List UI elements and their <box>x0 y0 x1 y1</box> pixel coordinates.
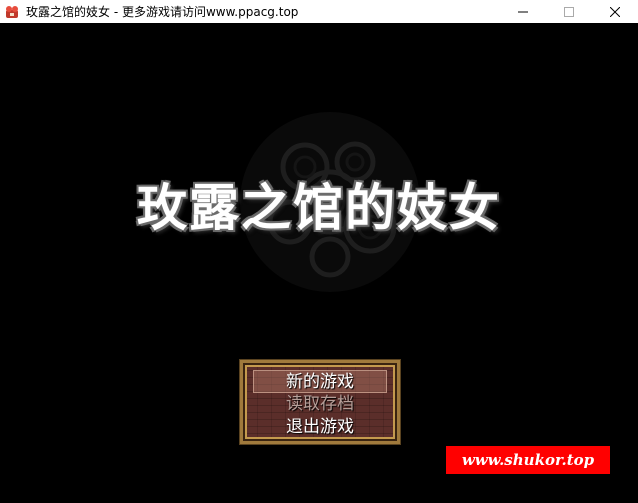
game-screen[interactable]: 玫露之馆的妓女 新的游戏 读取存档 退出游戏 www.shukor.top <box>0 23 638 503</box>
close-button[interactable] <box>592 0 638 23</box>
menu-item-load-game[interactable]: 读取存档 <box>253 393 387 416</box>
minimize-icon <box>518 2 528 21</box>
menu-item-exit-game[interactable]: 退出游戏 <box>253 416 387 439</box>
window-title: 玫露之馆的妓女 - 更多游戏请访问www.ppacg.top <box>26 5 299 19</box>
game-title: 玫露之馆的妓女 <box>137 179 501 237</box>
watermark-text: www.shukor.top <box>461 451 595 469</box>
menu-item-new-game[interactable]: 新的游戏 <box>253 370 387 393</box>
title-menu: 新的游戏 读取存档 退出游戏 <box>239 359 401 445</box>
title-bar[interactable]: 玫露之馆的妓女 - 更多游戏请访问www.ppacg.top <box>0 0 638 23</box>
app-icon <box>4 4 20 20</box>
game-window: 玫露之馆的妓女 - 更多游戏请访问www.ppacg.top 玫露之馆的妓女 新… <box>0 0 638 503</box>
maximize-button[interactable] <box>546 0 592 23</box>
window-controls <box>500 0 638 23</box>
minimize-button[interactable] <box>500 0 546 23</box>
close-icon <box>609 2 621 21</box>
maximize-icon <box>564 2 574 21</box>
watermark-banner: www.shukor.top <box>446 446 610 474</box>
